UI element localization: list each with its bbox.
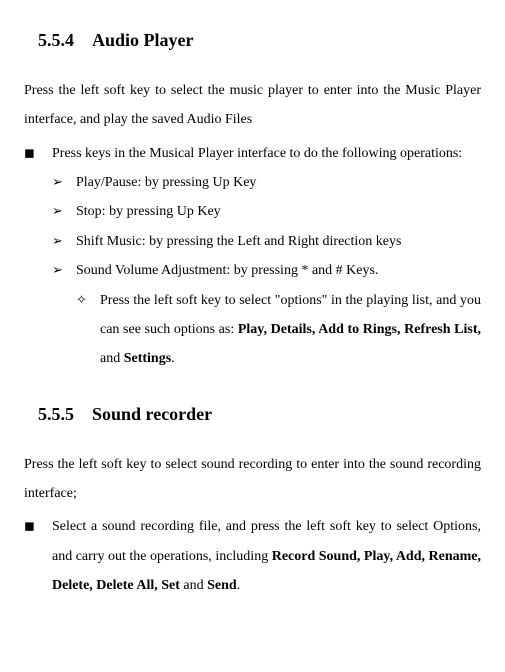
section-number: 5.5.4 [38,22,74,60]
list-item-text: Press keys in the Musical Player interfa… [52,139,481,168]
square-bullet-icon: ◼ [24,139,52,168]
list-item: ➢ Play/Pause: by pressing Up Key [52,168,481,197]
list-item: ➢ Stop: by pressing Up Key [52,197,481,226]
section-heading-sound-recorder: 5.5.5 Sound recorder [38,396,481,434]
list-item-text: Play/Pause: by pressing Up Key [76,168,481,197]
square-bullet-icon: ◼ [24,512,52,600]
list-item-text: Shift Music: by pressing the Left and Ri… [76,227,481,256]
list-item-text: Press the left soft key to select "optio… [100,286,481,374]
section-heading-audio-player: 5.5.4 Audio Player [38,22,481,60]
list-item: ◼ Select a sound recording file, and pre… [24,512,481,600]
list-item: ➢ Shift Music: by pressing the Left and … [52,227,481,256]
arrow-bullet-icon: ➢ [52,227,76,256]
list-item-text: Sound Volume Adjustment: by pressing * a… [76,256,481,285]
diamond-bullet-icon: ✧ [76,286,100,374]
section-number: 5.5.5 [38,396,74,434]
section-title: Sound recorder [92,404,212,424]
list-item: ◼ Press keys in the Musical Player inter… [24,139,481,168]
arrow-bullet-icon: ➢ [52,256,76,285]
arrow-bullet-icon: ➢ [52,197,76,226]
list-item-text: Select a sound recording file, and press… [52,512,481,600]
list-item: ✧ Press the left soft key to select "opt… [76,286,481,374]
intro-paragraph: Press the left soft key to select the mu… [24,76,481,135]
arrow-bullet-icon: ➢ [52,168,76,197]
section-title: Audio Player [92,30,194,50]
list-item: ➢ Sound Volume Adjustment: by pressing *… [52,256,481,285]
list-item-text: Stop: by pressing Up Key [76,197,481,226]
intro-paragraph: Press the left soft key to select sound … [24,450,481,509]
